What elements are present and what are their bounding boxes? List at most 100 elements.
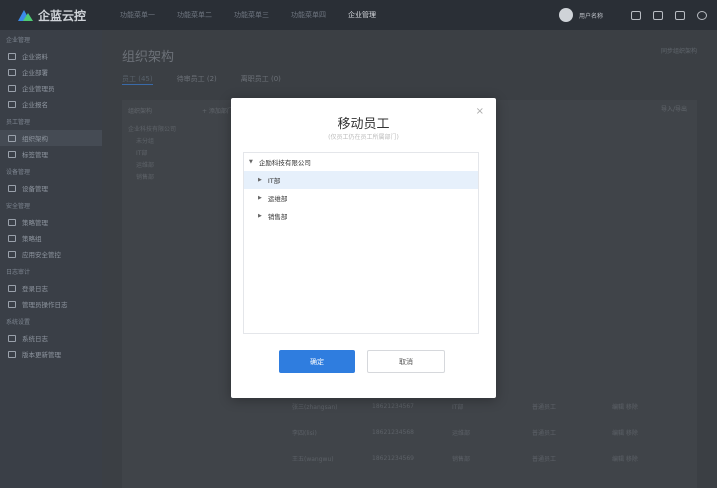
caret-right-icon[interactable]: ▶ (258, 213, 262, 219)
org-tree: 企业科技有限公司 未分组 IT部 运维部 销售部 (128, 124, 176, 184)
nav-item-1[interactable]: 功能菜单一 (118, 10, 157, 20)
sidebar-item-label: 设备管理 (22, 185, 48, 193)
tree-node[interactable]: 运维部 (128, 160, 176, 172)
shield-icon (8, 284, 16, 292)
top-bar: 企蓝云控 功能菜单一 功能菜单二 功能菜单三 功能菜单四 企业管理 用户名称 (0, 0, 717, 30)
sidebar-item-label: 版本更新管理 (22, 351, 61, 359)
sidebar-item-label: 企业报名 (22, 101, 48, 109)
sidebar-item-label: 企业管理员 (22, 85, 55, 93)
confirm-button[interactable]: 确定 (279, 350, 355, 373)
tree-node-it[interactable]: ▶ IT部 (244, 171, 478, 189)
caret-down-icon[interactable]: ▼ (249, 159, 253, 165)
tag-icon (8, 150, 16, 158)
sidebar-item-policy[interactable]: 策略管理 (0, 214, 102, 230)
sidebar-item-version[interactable]: 版本更新管理 (0, 346, 102, 362)
nav-item-4[interactable]: 功能菜单四 (289, 10, 328, 20)
table-cell: 运维部 (452, 429, 471, 437)
tree-node-root[interactable]: ▼ 企励科技有限公司 (244, 153, 478, 171)
page-title: 组织架构 (122, 50, 175, 65)
sidebar-item-label: 企业部署 (22, 69, 48, 77)
table-cell: 18621234569 (372, 454, 414, 462)
sidebar-item-devices[interactable]: 设备管理 (0, 180, 102, 196)
tab-employees[interactable]: 员工 (45) (122, 74, 153, 85)
update-icon (8, 350, 16, 358)
user-menu[interactable]: 用户名称 (579, 11, 603, 20)
sidebar-item-sys-log[interactable]: 系统日志 (0, 330, 102, 346)
tree-node[interactable]: 销售部 (128, 172, 176, 184)
sidebar-item-report[interactable]: 企业报名 (0, 96, 102, 112)
sidebar-item-org[interactable]: 组织架构 (0, 130, 102, 146)
server-icon (8, 68, 16, 76)
tree-node-label: 企励科技有限公司 (258, 159, 311, 167)
sidebar-group-title: 设备管理 (6, 169, 31, 176)
policy-icon (8, 218, 16, 226)
sidebar-item-label: 企业资料 (22, 53, 48, 61)
table-cell: IT部 (452, 403, 464, 411)
tree-node-label: 销售部 (267, 213, 288, 221)
table-cell: 普通员工 (532, 403, 557, 411)
app-icon (8, 250, 16, 258)
device-icon (8, 184, 16, 192)
sidebar-item-app-control[interactable]: 应用安全管控 (0, 246, 102, 262)
bell-icon[interactable] (631, 10, 641, 20)
tree-node[interactable]: 企业科技有限公司 (128, 124, 176, 136)
chart-icon (8, 300, 16, 308)
sidebar-item-label: 登录日志 (22, 285, 48, 293)
group-icon (8, 234, 16, 242)
tab-resigned[interactable]: 离职员工 (0) (241, 74, 281, 85)
table-cell: 王五(wangwu) (292, 455, 334, 463)
table-cell: 18621234568 (372, 428, 414, 436)
nav-item-enterprise[interactable]: 企业管理 (346, 10, 378, 20)
sidebar-group-title: 企业管理 (6, 37, 31, 44)
move-employee-modal: × 移动员工 (仅员工仍在员工所属部门) ▼ 企励科技有限公司 ▶ IT部 ▶ … (231, 98, 496, 398)
tabs: 员工 (45) 待审员工 (2) 离职员工 (0) (122, 74, 305, 85)
sidebar: 企业管理 企业资料 企业部署 企业管理员 企业报名 员工管理 组织架构 标签管理… (0, 30, 102, 488)
app-name: 企蓝云控 (38, 8, 87, 23)
add-dept-button[interactable]: + 添加部门 (202, 106, 233, 115)
sidebar-item-label: 应用安全管控 (22, 251, 61, 259)
sidebar-item-company-info[interactable]: 企业资料 (0, 48, 102, 64)
report-icon (8, 100, 16, 108)
table-cell: 李四(lisi) (292, 429, 317, 437)
table-cell: 普通员工 (532, 455, 557, 463)
table-cell: 张三(zhangsan) (292, 403, 338, 411)
table-cell: 编辑 移除 (612, 403, 638, 411)
grid-icon[interactable] (653, 10, 663, 20)
tree-node[interactable]: 未分组 (128, 136, 176, 148)
table-cell: 销售部 (452, 455, 471, 463)
sidebar-item-policy-group[interactable]: 策略组 (0, 230, 102, 246)
user-icon (8, 84, 16, 92)
sidebar-item-login-log[interactable]: 登录日志 (0, 280, 102, 296)
logo-icon (18, 8, 33, 22)
sidebar-item-label: 策略组 (22, 235, 42, 243)
sidebar-item-admins[interactable]: 企业管理员 (0, 80, 102, 96)
avatar[interactable] (558, 8, 573, 22)
sync-link[interactable]: 同步组织架构 (661, 46, 697, 55)
department-tree: ▼ 企励科技有限公司 ▶ IT部 ▶ 运维部 ▶ 销售部 (243, 152, 479, 334)
tree-node[interactable]: IT部 (128, 148, 176, 160)
cancel-button[interactable]: 取消 (367, 350, 445, 373)
log-icon (8, 334, 16, 342)
caret-right-icon[interactable]: ▶ (258, 195, 262, 201)
table-cell: 编辑 移除 (612, 429, 638, 437)
caret-right-icon[interactable]: ▶ (258, 177, 262, 183)
sidebar-item-label: 标签管理 (22, 151, 48, 159)
table-row[interactable]: 李四(lisi) 18621234568 运维部 普通员工 编辑 移除 (292, 422, 692, 442)
nav-item-2[interactable]: 功能菜单二 (175, 10, 214, 20)
tree-node-sales[interactable]: ▶ 销售部 (244, 207, 478, 225)
sidebar-item-tags[interactable]: 标签管理 (0, 146, 102, 162)
tree-node-ops[interactable]: ▶ 运维部 (244, 189, 478, 207)
power-icon[interactable] (697, 10, 707, 20)
table-row[interactable]: 王五(wangwu) 18621234569 销售部 普通员工 编辑 移除 (292, 448, 692, 468)
sidebar-item-admin-log[interactable]: 管理员操作日志 (0, 296, 102, 312)
sidebar-item-label: 管理员操作日志 (22, 301, 68, 309)
table-row[interactable]: 张三(zhangsan) 18621234567 IT部 普通员工 编辑 移除 (292, 396, 692, 416)
sidebar-item-deploy[interactable]: 企业部署 (0, 64, 102, 80)
import-export-button[interactable]: 导入/导出 (661, 104, 687, 113)
modal-title: 移动员工 (337, 117, 390, 132)
window-icon[interactable] (675, 10, 685, 20)
nav-item-3[interactable]: 功能菜单三 (232, 10, 271, 20)
sidebar-item-label: 组织架构 (22, 135, 48, 143)
top-nav: 功能菜单一 功能菜单二 功能菜单三 功能菜单四 企业管理 (118, 10, 396, 20)
tab-pending[interactable]: 待审员工 (2) (177, 74, 217, 85)
